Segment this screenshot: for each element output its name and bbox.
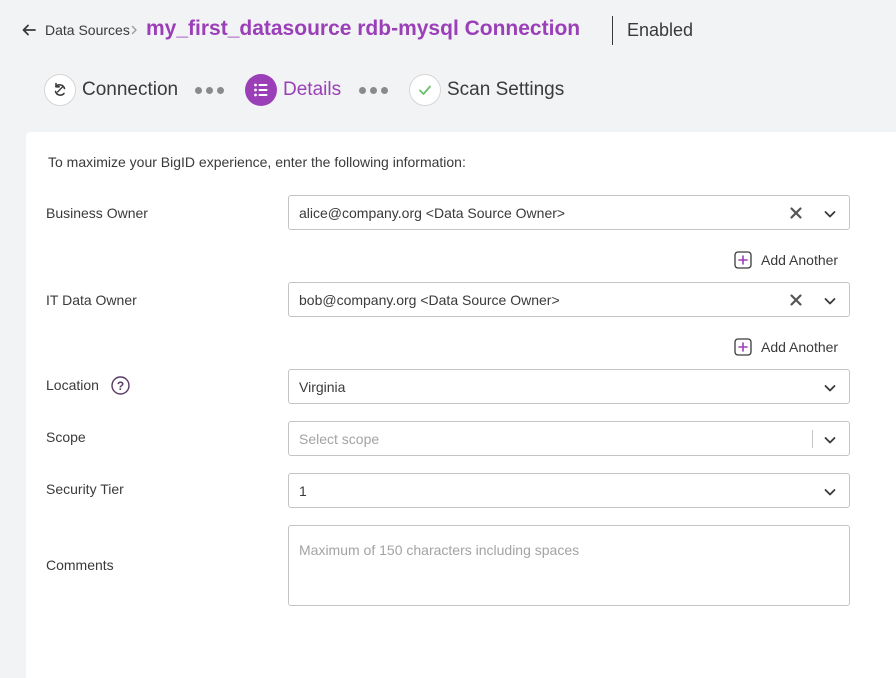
- security-tier-value: 1: [299, 483, 307, 499]
- business-owner-value: alice@company.org <Data Source Owner>: [299, 205, 566, 221]
- clear-icon[interactable]: [789, 293, 803, 307]
- scope-select[interactable]: Select scope: [288, 421, 850, 456]
- add-another-label: Add Another: [761, 252, 839, 268]
- chevron-right-icon: [131, 25, 137, 35]
- add-box-icon: [734, 251, 752, 269]
- title-divider: [612, 16, 613, 45]
- location-value: Virginia: [299, 379, 346, 395]
- step-separator-dots: [359, 87, 388, 94]
- chevron-down-icon[interactable]: [823, 485, 837, 499]
- back-arrow-icon[interactable]: [20, 21, 38, 39]
- select-separator: [812, 430, 813, 448]
- list-icon: [254, 83, 268, 97]
- add-box-icon: [734, 338, 752, 356]
- intro-text: To maximize your BigID experience, enter…: [48, 154, 466, 170]
- comments-textarea[interactable]: Maximum of 150 characters including spac…: [288, 525, 850, 606]
- step-details-circle[interactable]: [245, 74, 277, 106]
- add-another-label: Add Another: [761, 339, 839, 355]
- business-owner-label: Business Owner: [46, 205, 148, 221]
- security-tier-label: Security Tier: [46, 481, 124, 497]
- chevron-down-icon[interactable]: [823, 207, 837, 221]
- it-data-owner-select[interactable]: bob@company.org <Data Source Owner>: [288, 282, 850, 317]
- chevron-down-icon[interactable]: [823, 381, 837, 395]
- page-title: my_first_datasource rdb-mysql Connection: [146, 17, 581, 40]
- step-connection-label[interactable]: Connection: [82, 79, 178, 101]
- add-another-business-owner-button[interactable]: Add Another: [734, 250, 838, 270]
- step-connection-circle[interactable]: [44, 74, 76, 106]
- status-label: Enabled: [627, 20, 694, 40]
- step-details-label[interactable]: Details: [283, 79, 341, 101]
- step-separator-dots: [195, 87, 224, 94]
- page-header: Data Sources my_first_datasource rdb-mys…: [0, 0, 896, 62]
- reconnect-icon: [54, 82, 66, 96]
- location-label: Location: [46, 377, 99, 393]
- add-another-it-data-owner-button[interactable]: Add Another: [734, 337, 838, 357]
- location-select[interactable]: Virginia: [288, 369, 850, 404]
- svg-text:?: ?: [117, 379, 124, 393]
- comments-label: Comments: [46, 557, 114, 573]
- security-tier-select[interactable]: 1: [288, 473, 850, 508]
- clear-icon[interactable]: [789, 206, 803, 220]
- scope-label: Scope: [46, 429, 86, 445]
- help-icon[interactable]: ?: [111, 376, 130, 395]
- breadcrumb-data-sources[interactable]: Data Sources: [45, 22, 130, 38]
- chevron-down-icon[interactable]: [823, 294, 837, 308]
- step-scan-settings-label[interactable]: Scan Settings: [447, 79, 564, 101]
- check-icon: [419, 85, 431, 95]
- step-scan-settings-circle[interactable]: [409, 74, 441, 106]
- comments-placeholder: Maximum of 150 characters including spac…: [299, 542, 580, 558]
- it-data-owner-label: IT Data Owner: [46, 292, 137, 308]
- business-owner-select[interactable]: alice@company.org <Data Source Owner>: [288, 195, 850, 230]
- it-data-owner-value: bob@company.org <Data Source Owner>: [299, 292, 560, 308]
- scope-placeholder: Select scope: [299, 431, 380, 447]
- chevron-down-icon[interactable]: [823, 433, 837, 447]
